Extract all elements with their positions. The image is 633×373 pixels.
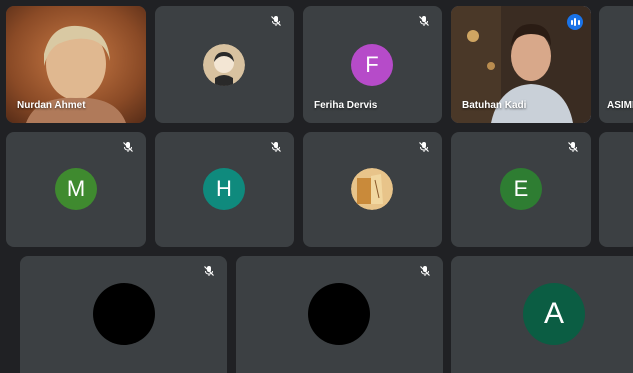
participant-tile-m[interactable]: M bbox=[6, 132, 146, 247]
participant-name: Feriha Dervis bbox=[314, 100, 378, 111]
participant-avatar: M bbox=[55, 168, 97, 210]
participant-tile-photo-avatar[interactable] bbox=[155, 6, 294, 123]
speaking-indicator-icon bbox=[567, 14, 583, 30]
mic-off-icon bbox=[271, 142, 281, 152]
participant-tile-h[interactable]: H bbox=[155, 132, 294, 247]
participant-name: Batuhan Kadi bbox=[462, 100, 527, 111]
mic-off-icon bbox=[420, 266, 430, 276]
participant-tile-nurdan-ahmet[interactable]: Nurdan Ahmet bbox=[6, 6, 146, 123]
participant-avatar: F bbox=[351, 44, 393, 86]
mic-off-icon bbox=[419, 142, 429, 152]
participant-name: ASIMI bbox=[607, 100, 633, 111]
participant-avatar bbox=[203, 44, 245, 86]
participant-tile-black-1[interactable] bbox=[20, 256, 227, 373]
participant-avatar: H bbox=[203, 168, 245, 210]
participant-tile-feriha-dervis[interactable]: F Feriha Dervis bbox=[303, 6, 442, 123]
mic-off-icon bbox=[204, 266, 214, 276]
participant-avatar bbox=[93, 283, 155, 345]
participant-tile-a[interactable]: A bbox=[451, 256, 633, 373]
participant-avatar bbox=[308, 283, 370, 345]
participant-tile-partial[interactable] bbox=[599, 132, 633, 247]
participant-tile-batuhan-kadi[interactable]: Batuhan Kadi bbox=[451, 6, 591, 123]
mic-off-icon bbox=[568, 142, 578, 152]
participant-tile-photo-avatar-2[interactable] bbox=[303, 132, 442, 247]
mic-off-icon bbox=[123, 142, 133, 152]
participant-tile-e[interactable]: E bbox=[451, 132, 591, 247]
participant-avatar: E bbox=[500, 168, 542, 210]
participant-avatar bbox=[351, 168, 393, 210]
participant-avatar: A bbox=[523, 283, 585, 345]
mic-off-icon bbox=[419, 16, 429, 26]
participant-name: Nurdan Ahmet bbox=[17, 100, 86, 111]
participant-tile-asimi[interactable]: ASIMI bbox=[599, 6, 633, 123]
mic-off-icon bbox=[271, 16, 281, 26]
participant-tile-black-2[interactable] bbox=[236, 256, 443, 373]
